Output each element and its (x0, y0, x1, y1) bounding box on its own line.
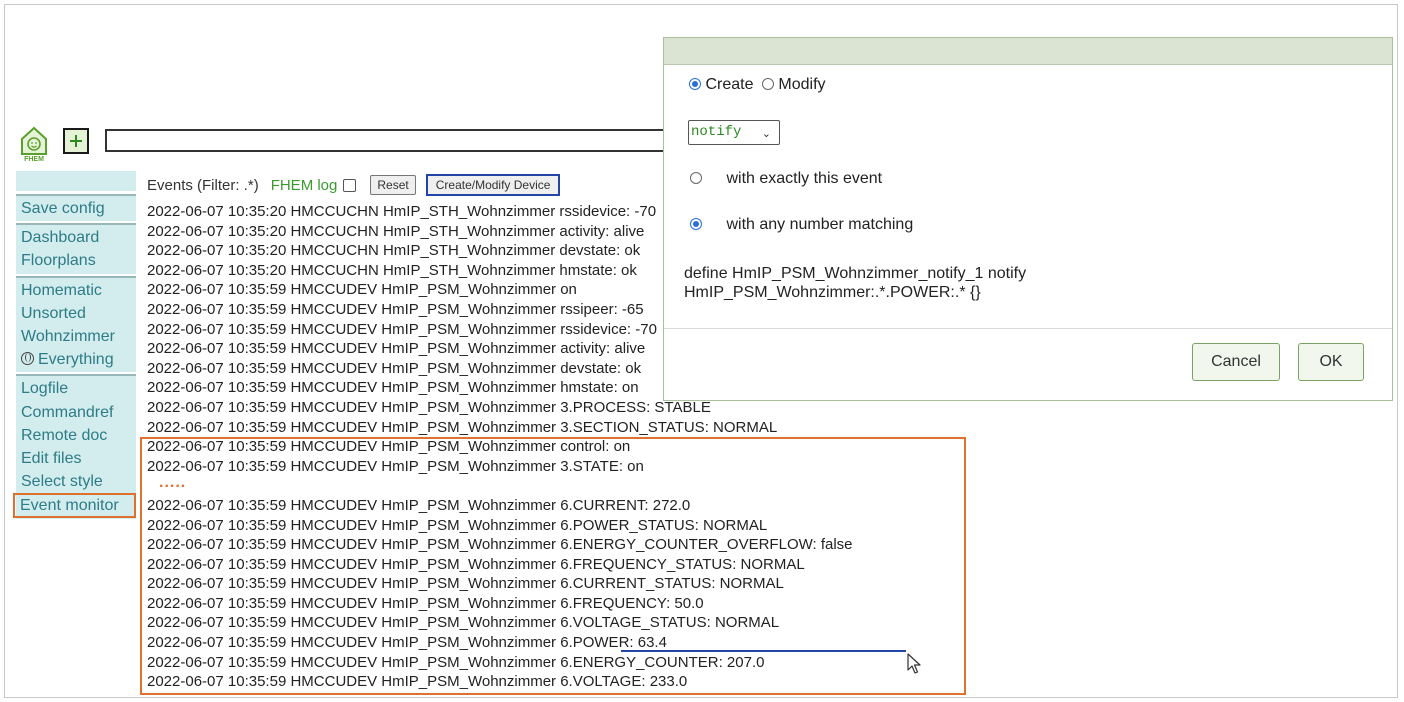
create-modify-dialog: Create Modify notify ⌄ with exactly this… (663, 37, 1393, 401)
create-modify-device-button[interactable]: Create/Modify Device (425, 174, 561, 196)
menu-group-tools: Logfile Commandref Remote doc Edit files… (13, 374, 136, 520)
highlighted-events-frame (140, 437, 966, 695)
create-label[interactable]: Create (705, 76, 753, 93)
dialog-titlebar[interactable] (664, 38, 1392, 65)
selected-event-underline (621, 650, 906, 652)
menu-item-commandref[interactable]: Commandref (16, 401, 136, 424)
fhem-window: FHEM Save config Dashboard Floorplans Ho… (4, 4, 1398, 698)
define-preview: define HmIP_PSM_Wohnzimmer_notify_1 noti… (684, 264, 1026, 302)
event-line[interactable]: 2022-06-07 10:35:59 HMCCUDEV HmIP_PSM_Wo… (147, 418, 853, 438)
ok-button[interactable]: OK (1298, 343, 1364, 381)
sidebar-menu: Save config Dashboard Floorplans Homemat… (13, 171, 136, 521)
menu-item-logfile[interactable]: Logfile (16, 377, 136, 400)
exact-event-label: with exactly this event (726, 170, 883, 187)
cancel-button[interactable]: Cancel (1192, 343, 1280, 381)
menu-item-homematic[interactable]: Homematic (16, 279, 136, 302)
add-plus-icon[interactable] (63, 128, 89, 154)
menu-item-everything-label: Everything (38, 351, 114, 369)
menu-item-select-style[interactable]: Select style (16, 470, 136, 493)
event-monitor-toolbar: Events (Filter: .*) FHEM log Reset Creat… (147, 173, 561, 197)
define-line-2: HmIP_PSM_Wohnzimmer:.*.POWER:.* {} (684, 284, 981, 301)
command-input[interactable] (105, 129, 675, 152)
device-type-select[interactable]: notify ⌄ (688, 120, 780, 145)
define-line-1: define HmIP_PSM_Wohnzimmer_notify_1 noti… (684, 265, 1027, 282)
menu-item-wohnzimmer[interactable]: Wohnzimmer (16, 325, 136, 348)
globe-icon (21, 352, 34, 366)
menu-item-unsorted[interactable]: Unsorted (16, 302, 136, 325)
create-radio[interactable] (689, 78, 701, 90)
fhem-log-link[interactable]: FHEM log (271, 177, 338, 194)
option-any-row[interactable]: with any number matching (690, 216, 913, 234)
menu-item-everything[interactable]: Everything (16, 348, 136, 371)
menu-group-rooms: Homematic Unsorted Wohnzimmer Everything (16, 275, 136, 373)
mouse-cursor-icon (907, 653, 921, 674)
fhem-home-icon[interactable]: FHEM (19, 125, 49, 165)
fhem-logo-label: FHEM (24, 156, 44, 163)
menu-item-save-config[interactable]: Save config (16, 197, 136, 220)
menu-item-event-monitor[interactable]: Event monitor (13, 493, 136, 519)
menu-item-floorplans[interactable]: Floorplans (16, 249, 136, 272)
modify-radio[interactable] (761, 78, 774, 90)
modify-label[interactable]: Modify (778, 76, 825, 93)
reset-button[interactable]: Reset (370, 175, 416, 195)
any-number-label: with any number matching (726, 216, 914, 233)
chevron-down-icon: ⌄ (761, 127, 771, 140)
menu-item-dashboard[interactable]: Dashboard (16, 226, 136, 249)
menu-group-views: Dashboard Floorplans (16, 223, 136, 274)
device-type-value: notify (691, 124, 742, 140)
any-number-radio[interactable] (690, 218, 702, 230)
mode-radio-group: Create Modify (689, 76, 830, 94)
events-filter-label: Events (Filter: .*) (147, 176, 259, 194)
dialog-divider (664, 328, 1392, 329)
menu-item-edit-files[interactable]: Edit files (16, 447, 136, 470)
menu-header (16, 171, 136, 191)
fhem-log-checkbox[interactable] (343, 178, 357, 192)
option-exact-row[interactable]: with exactly this event (690, 170, 882, 188)
menu-group-config: Save config (16, 194, 136, 222)
menu-item-remote-doc[interactable]: Remote doc (16, 424, 136, 447)
exact-event-radio[interactable] (690, 172, 702, 184)
